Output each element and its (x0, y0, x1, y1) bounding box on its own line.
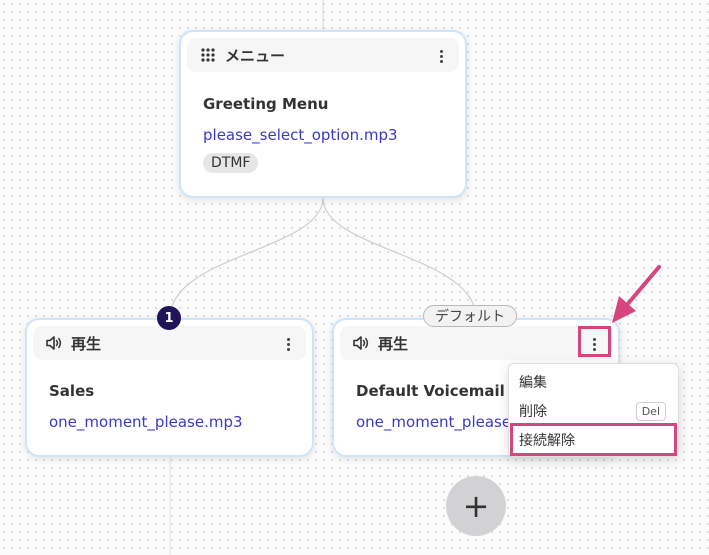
sales-node[interactable]: 再生 Sales one_moment_please.mp3 (25, 318, 314, 457)
dtmf-chip: DTMF (203, 153, 259, 173)
edge-to-voicemail (322, 197, 477, 319)
voicemail-node-name: Default Voicemail (356, 382, 505, 400)
menu-node-audio-file[interactable]: please_select_option.mp3 (203, 126, 398, 144)
menu-node-title: メニュー (225, 46, 286, 65)
more-options-icon[interactable] (433, 47, 449, 65)
sales-node-title: 再生 (71, 334, 102, 353)
add-node-button[interactable]: + (446, 476, 506, 536)
speaker-icon (352, 334, 370, 352)
delete-shortcut: Del (635, 402, 666, 421)
menu-node-header[interactable]: メニュー (187, 38, 459, 72)
speaker-icon (45, 334, 63, 352)
default-tag: デフォルト (423, 305, 517, 327)
menu-item-edit[interactable]: 編集 (519, 372, 547, 392)
more-options-icon[interactable] (280, 335, 296, 353)
edge-to-sales (169, 197, 324, 319)
sales-node-audio-file[interactable]: one_moment_please.mp3 (49, 413, 243, 431)
menu-node-name: Greeting Menu (203, 95, 329, 113)
disconnect-highlight (510, 423, 677, 456)
kebab-highlight (578, 326, 611, 357)
voicemail-node-title: 再生 (378, 334, 409, 353)
menu-item-delete[interactable]: 削除 (519, 401, 547, 421)
dtmf-key-badge: 1 (157, 306, 181, 330)
sales-node-header[interactable]: 再生 (33, 326, 306, 360)
menu-node[interactable]: メニュー Greeting Menu please_select_option.… (179, 30, 467, 198)
sales-node-name: Sales (49, 382, 95, 400)
grid-icon (199, 46, 217, 64)
voicemail-node-header[interactable]: 再生 (340, 326, 612, 360)
